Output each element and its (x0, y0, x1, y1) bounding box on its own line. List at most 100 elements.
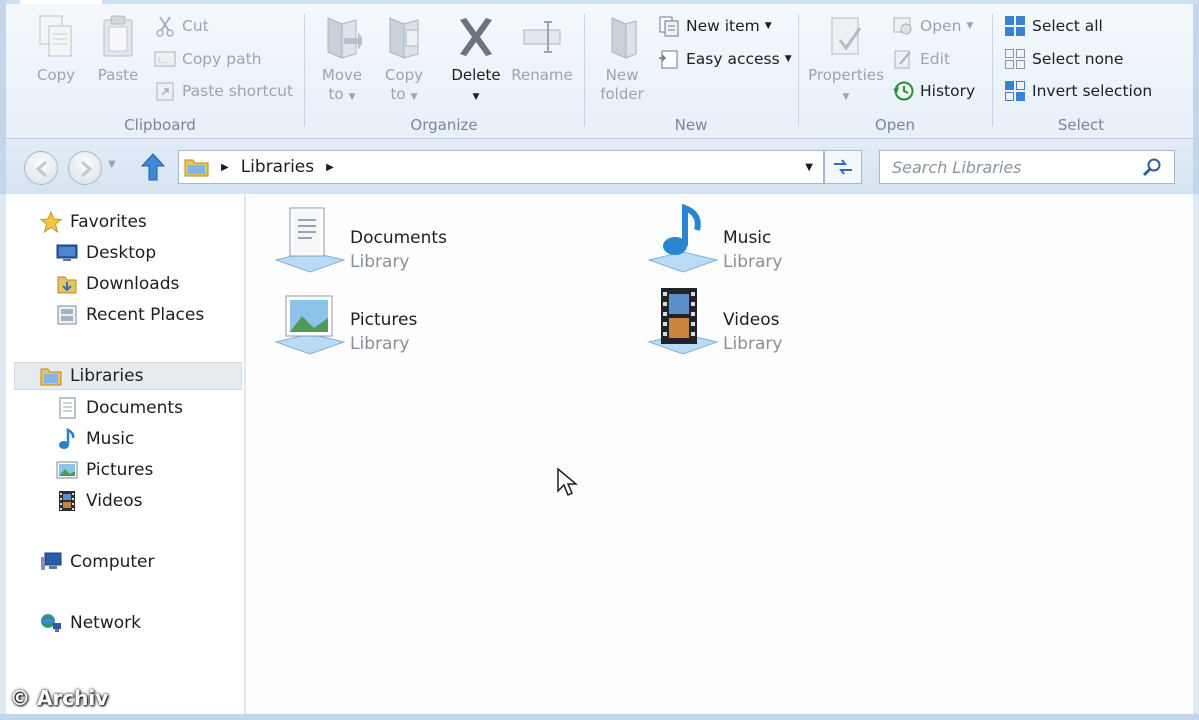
history-button[interactable]: History (892, 78, 975, 104)
cut-label: Cut (182, 17, 209, 35)
new-folder-label-1: New (605, 66, 639, 84)
copy-to-label-1: Copy (384, 66, 424, 84)
breadcrumb-separator-icon[interactable]: ▶ (326, 162, 334, 173)
watermark: © Archiv (10, 686, 109, 710)
address-input[interactable]: ▶ Libraries ▶ ▼ (178, 150, 824, 184)
move-to-label-1: Move (321, 66, 363, 84)
new-item-label: New item (686, 17, 760, 35)
recent-locations-icon[interactable]: ▼ (108, 159, 116, 170)
library-tile-videos[interactable]: Videos Library (645, 286, 965, 362)
breadcrumb-separator-icon[interactable]: ▶ (221, 162, 229, 173)
new-item-icon (659, 16, 679, 37)
nav-videos[interactable]: Videos (56, 487, 143, 515)
address-bar: ▼ ▶ Libraries ▶ ▼ Search Libraries (0, 138, 1199, 194)
nav-desktop[interactable]: Desktop (56, 239, 156, 267)
copy-path-button[interactable]: \... Copy path (154, 46, 261, 72)
history-label: History (920, 82, 976, 100)
open-group-label: Open (874, 116, 916, 134)
tile-name: Music (723, 228, 772, 248)
nav-pictures-label: Pictures (86, 460, 154, 480)
organize-group-label: Organize (410, 116, 478, 134)
copy-icon (39, 15, 72, 57)
edit-label: Edit (920, 50, 951, 68)
nav-libraries[interactable]: Libraries (14, 362, 242, 390)
select-none-button[interactable]: Select none (1004, 46, 1123, 72)
rename-icon (523, 21, 561, 53)
chevron-down-icon: ▼ (410, 92, 418, 102)
search-input[interactable]: Search Libraries (879, 150, 1175, 184)
delete-label: Delete (451, 66, 501, 84)
history-icon (893, 81, 914, 101)
properties-button[interactable]: Properties ▼ (804, 14, 888, 107)
library-tile-music[interactable]: Music Library (645, 204, 965, 280)
tile-type: Library (723, 252, 783, 272)
documents-library-icon (274, 207, 346, 273)
chevron-down-icon: ▼ (842, 92, 850, 102)
libraries-icon (40, 368, 62, 386)
nav-music[interactable]: Music (56, 425, 134, 453)
up-arrow-icon (140, 153, 166, 181)
nav-desktop-label: Desktop (86, 243, 157, 263)
breadcrumb-libraries[interactable]: Libraries (241, 157, 314, 177)
delete-button[interactable]: Delete ▼ (446, 14, 506, 107)
select-all-button[interactable]: Select all (1004, 13, 1103, 39)
nav-computer[interactable]: Computer (40, 548, 155, 576)
library-tile-documents[interactable]: Documents Library (272, 204, 592, 280)
paste-shortcut-label: Paste shortcut (182, 82, 294, 100)
move-to-label-2: to (328, 85, 344, 103)
paste-shortcut-button[interactable]: Paste shortcut (154, 78, 293, 104)
clipboard-group: Copy Paste Cut \... Copy path Paste shor… (20, 10, 300, 136)
copy-button[interactable]: Copy (26, 14, 86, 85)
open-button[interactable]: Open ▼ (892, 13, 973, 39)
search-placeholder: Search Libraries (892, 157, 1022, 177)
nav-network[interactable]: Network (40, 609, 141, 637)
nav-music-label: Music (86, 429, 135, 449)
new-folder-button[interactable]: New folder (592, 14, 652, 104)
rename-button[interactable]: Rename (508, 14, 576, 85)
address-dropdown-icon[interactable]: ▼ (805, 162, 813, 173)
new-item-button[interactable]: New item ▼ (658, 13, 772, 39)
invert-selection-button[interactable]: Invert selection (1004, 78, 1152, 104)
nav-favorites-label: Favorites (70, 212, 147, 232)
paste-button[interactable]: Paste (88, 14, 148, 85)
tile-name: Pictures (350, 310, 418, 330)
nav-documents[interactable]: Documents (56, 394, 183, 422)
move-to-button[interactable]: Move to ▼ (312, 14, 372, 107)
ribbon-separator (304, 14, 305, 126)
svg-text:\...: \... (158, 56, 168, 65)
select-none-label: Select none (1032, 50, 1124, 68)
edit-button[interactable]: Edit (892, 46, 950, 72)
nav-downloads-label: Downloads (86, 274, 180, 294)
properties-label: Properties (808, 66, 884, 84)
easy-access-label: Easy access (686, 50, 780, 68)
paste-icon (103, 15, 133, 57)
ribbon: Copy Paste Cut \... Copy path Paste shor… (0, 0, 1199, 138)
search-icon[interactable] (1142, 157, 1162, 177)
copy-path-icon: \... (154, 51, 176, 67)
star-icon (40, 211, 62, 233)
cut-button[interactable]: Cut (154, 13, 209, 39)
up-button[interactable] (140, 152, 166, 186)
pictures-icon (56, 461, 78, 479)
forward-button[interactable] (68, 151, 102, 185)
library-tile-pictures[interactable]: Pictures Library (272, 286, 592, 362)
nav-downloads[interactable]: Downloads (56, 270, 179, 298)
chevron-down-icon: ▼ (472, 92, 480, 102)
select-all-icon (1005, 16, 1025, 36)
nav-pictures[interactable]: Pictures (56, 456, 153, 484)
new-folder-label-2: folder (600, 85, 644, 103)
open-icon (893, 17, 912, 35)
easy-access-button[interactable]: Easy access ▼ (658, 46, 792, 72)
music-icon (59, 428, 75, 449)
network-icon (41, 614, 61, 632)
copy-to-button[interactable]: Copy to ▼ (374, 14, 434, 107)
navigation-pane: Favorites Desktop Downloads Recent Place… (6, 194, 245, 720)
nav-recent-places[interactable]: Recent Places (56, 301, 204, 329)
back-button[interactable] (24, 151, 58, 185)
refresh-button[interactable] (824, 150, 862, 184)
forward-arrow-icon (81, 160, 93, 178)
tile-type: Library (350, 334, 410, 354)
active-tab-marker[interactable] (20, 0, 102, 4)
ribbon-separator (992, 14, 993, 126)
nav-favorites[interactable]: Favorites (40, 208, 147, 236)
